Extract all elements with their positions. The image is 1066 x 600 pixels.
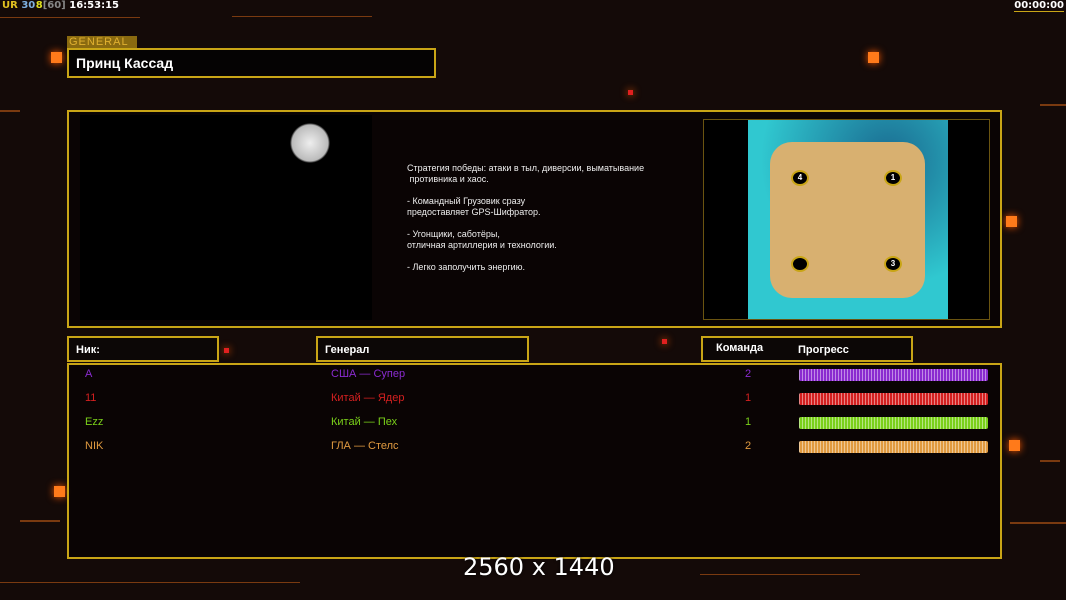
general-name: Принц Кассад — [76, 55, 174, 71]
player-team: 1 — [745, 416, 752, 428]
player-row: 11 Китай — Ядер 1 — [69, 389, 999, 409]
start-position-marker: 4 — [791, 170, 809, 186]
player-team: 2 — [745, 440, 752, 452]
deco-square — [628, 90, 633, 95]
start-position-marker: 1 — [884, 170, 902, 186]
description-line: противника и хаос. — [407, 174, 489, 184]
description-line — [407, 251, 644, 262]
clock: 16:53:15 — [69, 0, 119, 11]
player-nick: NIK — [85, 440, 104, 452]
game-timer: 00:00:00 — [1014, 0, 1064, 12]
description-line: Стратегия победы: атаки в тыл, диверсии,… — [407, 163, 645, 173]
header-nick: Ник: — [67, 336, 219, 362]
player-team: 2 — [745, 368, 752, 380]
map-island — [770, 142, 925, 298]
description-line: предоставляет GPS-Шифратор. — [407, 207, 541, 217]
player-nick: A — [85, 368, 93, 380]
ur-label: UR — [2, 0, 18, 11]
resolution-watermark: 2560 x 1440 — [463, 553, 615, 581]
progress-bar — [799, 393, 988, 405]
header-general: Генерал — [316, 336, 529, 362]
description-line: - Легко заполучить энергию. — [407, 262, 525, 272]
deco-square — [51, 52, 62, 63]
description-line: - Командный Грузовик сразу — [407, 196, 526, 206]
status-hud: UR 30 8[60] 16:53:15 — [2, 0, 119, 11]
progress-bar — [799, 369, 988, 381]
description-line: отличная артиллерия и технологии. — [407, 240, 557, 250]
progress-bar — [799, 417, 988, 429]
fps: 30 — [21, 0, 36, 11]
description-line — [407, 218, 644, 229]
players-table: A США — Супер 2 11 Китай — Ядер 1 Ezz Китай — П… — [67, 363, 1002, 559]
player-nick: Ezz — [85, 416, 104, 428]
deco-square — [54, 486, 65, 497]
limit: [60] — [42, 0, 66, 11]
player-general: Китай — Пех — [331, 416, 398, 428]
general-title-box: Принц Кассад — [67, 48, 436, 78]
start-position-marker: 3 — [884, 256, 902, 272]
deco-square — [1006, 216, 1017, 227]
deco-square — [1009, 440, 1020, 451]
player-general: США — Супер — [331, 368, 406, 380]
start-position-marker — [791, 256, 809, 272]
general-portrait — [80, 115, 372, 320]
player-team: 1 — [745, 392, 752, 404]
deco-square — [662, 339, 667, 344]
deco-square — [868, 52, 879, 63]
progress-bar — [799, 441, 988, 453]
player-row: A США — Супер 2 — [69, 365, 999, 385]
general-tag: GENERAL — [67, 36, 137, 48]
player-row: NIK ГЛА — Стелс 2 — [69, 437, 999, 457]
deco-square — [224, 348, 229, 353]
player-general: Китай — Ядер — [331, 392, 405, 404]
player-nick: 11 — [85, 392, 97, 404]
player-general: ГЛА — Стелс — [331, 440, 399, 452]
general-description: Стратегия победы: атаки в тыл, диверсии,… — [407, 163, 644, 273]
header-team-progress: Команда Прогресс — [701, 336, 913, 362]
count: 8 — [35, 0, 43, 11]
map-preview: 4 1 3 — [703, 119, 990, 320]
player-row: Ezz Китай — Пех 1 — [69, 413, 999, 433]
description-line: - Угонщики, саботёры, — [407, 229, 500, 239]
description-line — [407, 185, 644, 196]
